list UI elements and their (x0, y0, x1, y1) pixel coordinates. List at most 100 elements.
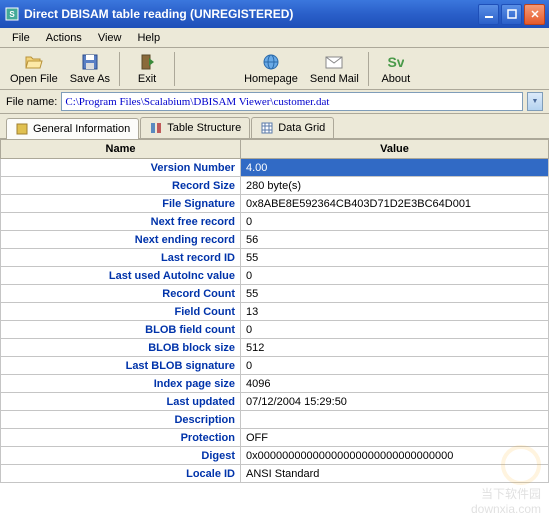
globe-icon (261, 52, 281, 72)
table-row[interactable]: Index page size4096 (1, 375, 549, 393)
exit-button[interactable]: Exit (123, 50, 171, 87)
tab-label: Data Grid (278, 122, 325, 134)
filename-input[interactable] (61, 92, 523, 111)
row-value: 0 (241, 213, 549, 231)
row-value: 13 (241, 303, 549, 321)
minimize-button[interactable] (478, 4, 499, 25)
row-value: 0 (241, 321, 549, 339)
row-name: File Signature (1, 195, 241, 213)
save-as-button[interactable]: Save As (64, 50, 116, 87)
table-row[interactable]: Last BLOB signature0 (1, 357, 549, 375)
row-name: Record Size (1, 177, 241, 195)
tab-general-information[interactable]: General Information (6, 118, 139, 139)
toolbar-label: Open File (10, 73, 58, 85)
about-icon: Sv (386, 52, 406, 72)
toolbar: Open File Save As Exit Homepage Send Mai… (0, 48, 549, 90)
table-row[interactable]: Last used AutoInc value0 (1, 267, 549, 285)
row-value: OFF (241, 429, 549, 447)
table-row[interactable]: Description (1, 411, 549, 429)
tab-data-grid[interactable]: Data Grid (251, 117, 334, 138)
content-area: Name Value Version Number4.00Record Size… (0, 139, 549, 522)
menu-view[interactable]: View (90, 30, 130, 46)
table-row[interactable]: Last updated07/12/2004 15:29:50 (1, 393, 549, 411)
table-row[interactable]: Record Count55 (1, 285, 549, 303)
filename-label: File name: (6, 96, 57, 108)
open-file-button[interactable]: Open File (4, 50, 64, 87)
tabs: General Information Table Structure Data… (0, 114, 549, 139)
menubar: File Actions View Help (0, 28, 549, 48)
column-header-value[interactable]: Value (241, 140, 549, 159)
row-name: Protection (1, 429, 241, 447)
row-value: 0x8ABE8E592364CB403D71D2E3BC64D001 (241, 195, 549, 213)
menu-file[interactable]: File (4, 30, 38, 46)
row-value: 07/12/2004 15:29:50 (241, 393, 549, 411)
row-value: 56 (241, 231, 549, 249)
menu-actions[interactable]: Actions (38, 30, 90, 46)
table-row[interactable]: Digest0x00000000000000000000000000000000 (1, 447, 549, 465)
toolbar-label: About (381, 73, 410, 85)
tab-label: General Information (33, 123, 130, 135)
close-button[interactable] (524, 4, 545, 25)
tab-table-structure[interactable]: Table Structure (140, 117, 250, 138)
row-name: Record Count (1, 285, 241, 303)
mail-icon (324, 52, 344, 72)
row-name: Field Count (1, 303, 241, 321)
row-name: Last record ID (1, 249, 241, 267)
table-row[interactable]: File Signature0x8ABE8E592364CB403D71D2E3… (1, 195, 549, 213)
toolbar-separator (119, 52, 120, 86)
toolbar-separator (174, 52, 175, 86)
table-row[interactable]: Record Size280 byte(s) (1, 177, 549, 195)
table-row[interactable]: ProtectionOFF (1, 429, 549, 447)
menu-help[interactable]: Help (129, 30, 168, 46)
table-row[interactable]: BLOB block size512 (1, 339, 549, 357)
row-name: Description (1, 411, 241, 429)
column-header-name[interactable]: Name (1, 140, 241, 159)
folder-open-icon (24, 52, 44, 72)
save-icon (80, 52, 100, 72)
svg-text:S: S (9, 10, 15, 19)
row-value: 280 byte(s) (241, 177, 549, 195)
row-value: 4096 (241, 375, 549, 393)
maximize-button[interactable] (501, 4, 522, 25)
row-name: Last used AutoInc value (1, 267, 241, 285)
row-value: 55 (241, 249, 549, 267)
row-name: Digest (1, 447, 241, 465)
row-value: 0 (241, 267, 549, 285)
app-icon: S (4, 6, 20, 22)
table-row[interactable]: BLOB field count0 (1, 321, 549, 339)
toolbar-label: Send Mail (310, 73, 359, 85)
table-row[interactable]: Version Number4.00 (1, 159, 549, 177)
row-name: Index page size (1, 375, 241, 393)
svg-text:Sv: Sv (388, 54, 404, 70)
row-value: 512 (241, 339, 549, 357)
row-value: 0x00000000000000000000000000000000 (241, 447, 549, 465)
row-name: Locale ID (1, 465, 241, 483)
info-icon (15, 122, 29, 136)
filename-dropdown-button[interactable]: ▼ (527, 92, 543, 111)
row-value: 0 (241, 357, 549, 375)
send-mail-button[interactable]: Send Mail (304, 50, 365, 87)
homepage-button[interactable]: Homepage (238, 50, 304, 87)
exit-icon (137, 52, 157, 72)
row-value: ANSI Standard (241, 465, 549, 483)
table-row[interactable]: Last record ID55 (1, 249, 549, 267)
row-name: Next free record (1, 213, 241, 231)
info-table: Name Value Version Number4.00Record Size… (0, 139, 549, 483)
table-row[interactable]: Locale IDANSI Standard (1, 465, 549, 483)
toolbar-separator (368, 52, 369, 86)
toolbar-label: Save As (70, 73, 110, 85)
toolbar-label: Exit (138, 73, 156, 85)
table-row[interactable]: Next ending record56 (1, 231, 549, 249)
filename-bar: File name: ▼ (0, 90, 549, 114)
titlebar: S Direct DBISAM table reading (UNREGISTE… (0, 0, 549, 28)
row-value (241, 411, 549, 429)
row-name: Last updated (1, 393, 241, 411)
table-row[interactable]: Next free record0 (1, 213, 549, 231)
row-name: BLOB field count (1, 321, 241, 339)
table-row[interactable]: Field Count13 (1, 303, 549, 321)
row-name: Next ending record (1, 231, 241, 249)
about-button[interactable]: Sv About (372, 50, 420, 87)
grid-icon (260, 121, 274, 135)
window-title: Direct DBISAM table reading (UNREGISTERE… (24, 7, 478, 21)
row-name: BLOB block size (1, 339, 241, 357)
